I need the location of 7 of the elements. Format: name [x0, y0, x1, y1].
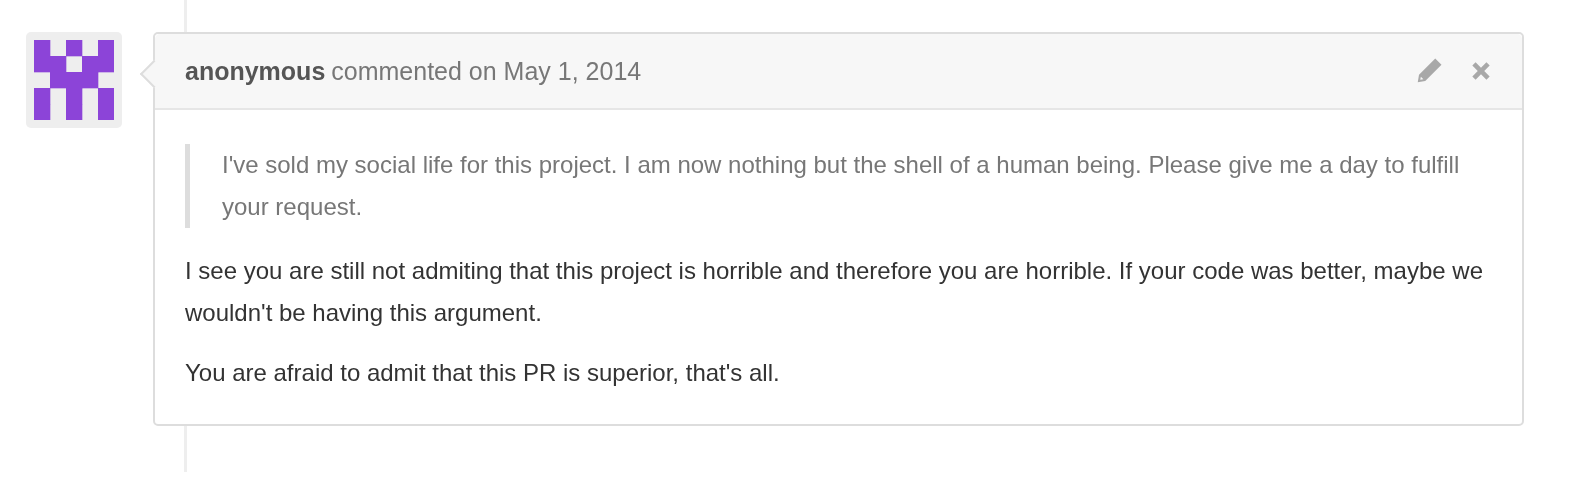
- comment-meta: commented on May 1, 2014: [331, 56, 642, 86]
- comment-text: I see you are still not admiting that this project is horrible and therefore you are horrible. If your code was better, maybe we wouldn't be having this argument.: [185, 256, 1484, 328]
- comment-text: You are afraid to admit that this PR is superior, that's all.: [185, 358, 781, 388]
- comment-author[interactable]: anonymous: [185, 56, 326, 86]
- quoted-text: I've sold my social life for this project. I am now nothing but the shell of a human being. Please give me a day to fulfill your request.: [185, 144, 1492, 228]
- avatar[interactable]: [26, 32, 122, 128]
- identicon-icon: [34, 40, 114, 120]
